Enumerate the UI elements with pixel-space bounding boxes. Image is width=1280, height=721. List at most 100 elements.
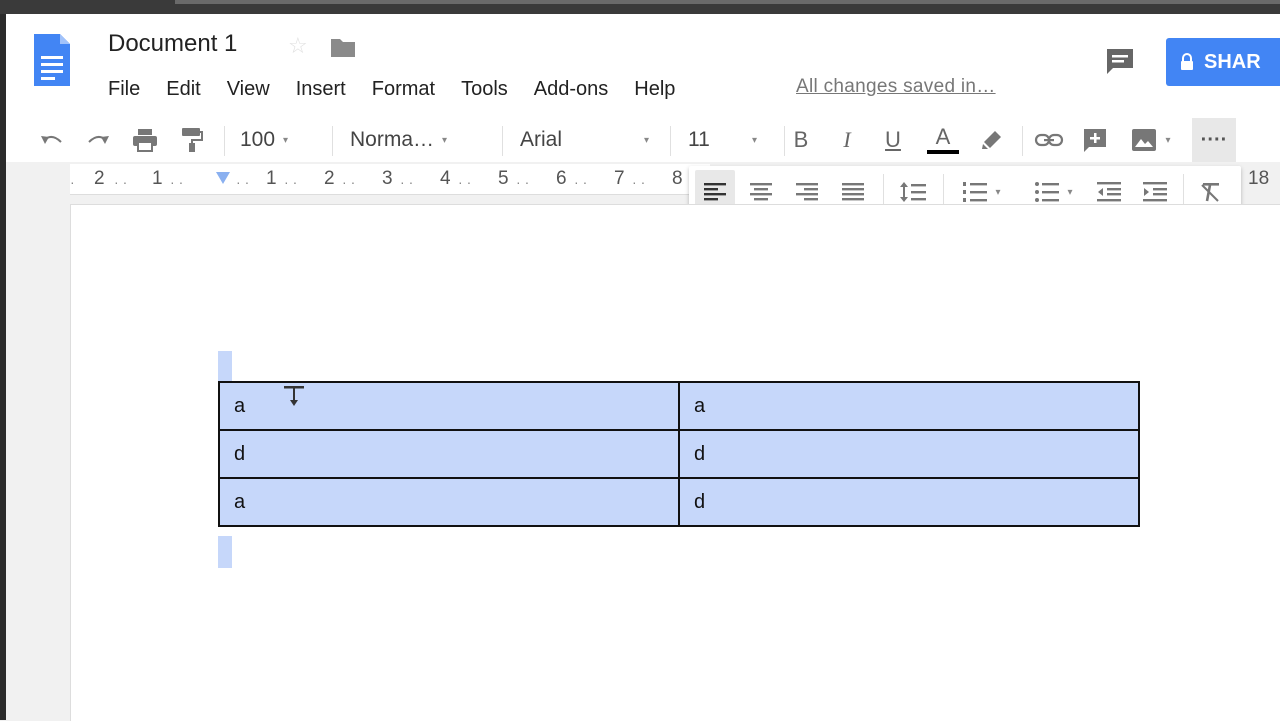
insert-comment-button[interactable]	[1078, 118, 1112, 162]
underline-icon: U	[885, 127, 901, 152]
bulleted-list-chevron-icon: ▾	[1067, 186, 1073, 198]
redo-button[interactable]	[82, 118, 114, 162]
undo-icon	[41, 136, 62, 144]
more-options-button[interactable]: ····	[1192, 118, 1236, 162]
star-icon[interactable]: ☆	[288, 33, 308, 59]
print-button[interactable]	[128, 118, 162, 162]
ruler-ticks: ··	[170, 174, 188, 190]
ruler-ticks: ··	[400, 174, 418, 190]
table-cell[interactable]: d	[678, 429, 1140, 479]
paint-format-button[interactable]	[176, 118, 208, 162]
font-size-value: 11	[688, 128, 710, 151]
toolbar-separator	[784, 126, 785, 156]
menu-view[interactable]: View	[227, 74, 296, 104]
numbered-list-icon	[963, 182, 988, 202]
justify-icon	[842, 183, 864, 201]
table-cell[interactable]: a	[218, 477, 680, 527]
print-icon	[133, 129, 157, 152]
image-chevron-icon: ▾	[1165, 134, 1171, 146]
more-icon: ····	[1200, 128, 1228, 151]
document-title[interactable]: Document 1	[108, 30, 237, 58]
bold-button[interactable]: B	[788, 118, 814, 162]
toolbar-separator	[502, 126, 503, 156]
menu-file[interactable]: File	[108, 74, 166, 104]
table-row: a d	[218, 477, 1140, 527]
toolbar-separator	[332, 126, 333, 156]
zoom-select[interactable]: 100 ▾	[240, 118, 326, 162]
row-resize-cursor-icon	[284, 386, 304, 406]
main-toolbar: 100 ▾ Norma… ▾ Arial ▾ 11 ▾ B I U A ▾ ····	[6, 118, 1280, 162]
ruler-label: 7	[614, 168, 625, 189]
undo-button[interactable]	[36, 118, 68, 162]
ruler-ticks: ··	[284, 174, 302, 190]
ruler-ticks: ··	[342, 174, 360, 190]
italic-button[interactable]: I	[834, 118, 860, 162]
browser-tab-area	[175, 0, 1280, 4]
style-chevron-icon: ▾	[442, 134, 448, 146]
table-cell[interactable]: a	[678, 381, 1140, 431]
ruler-ticks: ··	[114, 174, 132, 190]
underline-button[interactable]: U	[880, 118, 906, 162]
lock-icon	[1181, 53, 1193, 70]
ruler-label: 2	[324, 168, 335, 189]
zoom-value: 100	[240, 128, 276, 151]
insert-link-button[interactable]	[1032, 118, 1066, 162]
menu-add-ons[interactable]: Add-ons	[534, 74, 635, 104]
font-select[interactable]: Arial ▾	[520, 118, 660, 162]
ruler-ticks: ··	[458, 174, 476, 190]
menu-tools[interactable]: Tools	[461, 74, 534, 104]
add-comment-icon	[1084, 129, 1106, 152]
menu-edit[interactable]: Edit	[166, 74, 226, 104]
font-size-select[interactable]: 11 ▾	[688, 118, 768, 162]
ruler-label: 4	[440, 168, 451, 189]
ruler-label: 3	[382, 168, 393, 189]
ruler-ticks: ·	[70, 174, 79, 190]
font-chevron-icon: ▾	[644, 134, 650, 146]
align-right-icon	[796, 183, 818, 201]
zoom-chevron-icon: ▾	[283, 134, 289, 146]
image-icon	[1132, 129, 1157, 151]
share-button[interactable]: SHAR	[1166, 38, 1280, 86]
toolbar-separator	[224, 126, 225, 156]
menu-format[interactable]: Format	[372, 74, 461, 104]
menu-help[interactable]: Help	[634, 74, 701, 104]
window-top-strip	[0, 0, 1280, 14]
share-label: SHAR	[1204, 50, 1261, 73]
bulleted-list-icon	[1035, 182, 1060, 202]
font-value: Arial	[520, 128, 563, 151]
ruler-label: 5	[498, 168, 509, 189]
bold-icon: B	[793, 127, 809, 152]
ruler-label-end: 18	[1248, 168, 1270, 189]
ruler-ticks: ··	[632, 174, 650, 190]
selection-highlight	[218, 536, 232, 568]
ruler-label: 6	[556, 168, 567, 189]
document-table[interactable]: a a d d a d	[218, 381, 1140, 527]
highlight-color-button[interactable]	[976, 118, 1008, 162]
font-size-chevron-icon: ▾	[752, 134, 758, 146]
folder-icon[interactable]	[330, 36, 356, 58]
text-color-button[interactable]: A	[926, 118, 960, 162]
clear-formatting-icon	[1201, 183, 1219, 202]
align-left-icon	[704, 183, 726, 201]
paint-format-icon	[182, 128, 203, 152]
ruler-label: 8	[672, 168, 683, 189]
style-select[interactable]: Norma… ▾	[350, 118, 490, 162]
toolbar-separator	[670, 126, 671, 156]
link-icon	[1034, 133, 1064, 147]
style-value: Norma…	[350, 128, 435, 151]
redo-icon	[88, 136, 109, 144]
table-row: d d	[218, 429, 1140, 479]
saved-status-link[interactable]: All changes saved in…	[796, 74, 996, 100]
table-cell[interactable]: d	[678, 477, 1140, 527]
line-spacing-icon	[900, 182, 926, 202]
ruler-label: 1	[266, 168, 277, 189]
menu-insert[interactable]: Insert	[296, 74, 372, 104]
align-center-icon	[750, 183, 772, 201]
ruler-label: 2	[94, 168, 105, 189]
indent-marker[interactable]	[216, 172, 230, 184]
table-cell[interactable]: d	[218, 429, 680, 479]
comment-icon[interactable]	[1104, 46, 1136, 76]
docs-logo-icon[interactable]	[32, 32, 72, 88]
insert-image-button[interactable]: ▾	[1122, 118, 1180, 162]
increase-indent-icon	[1143, 182, 1167, 202]
